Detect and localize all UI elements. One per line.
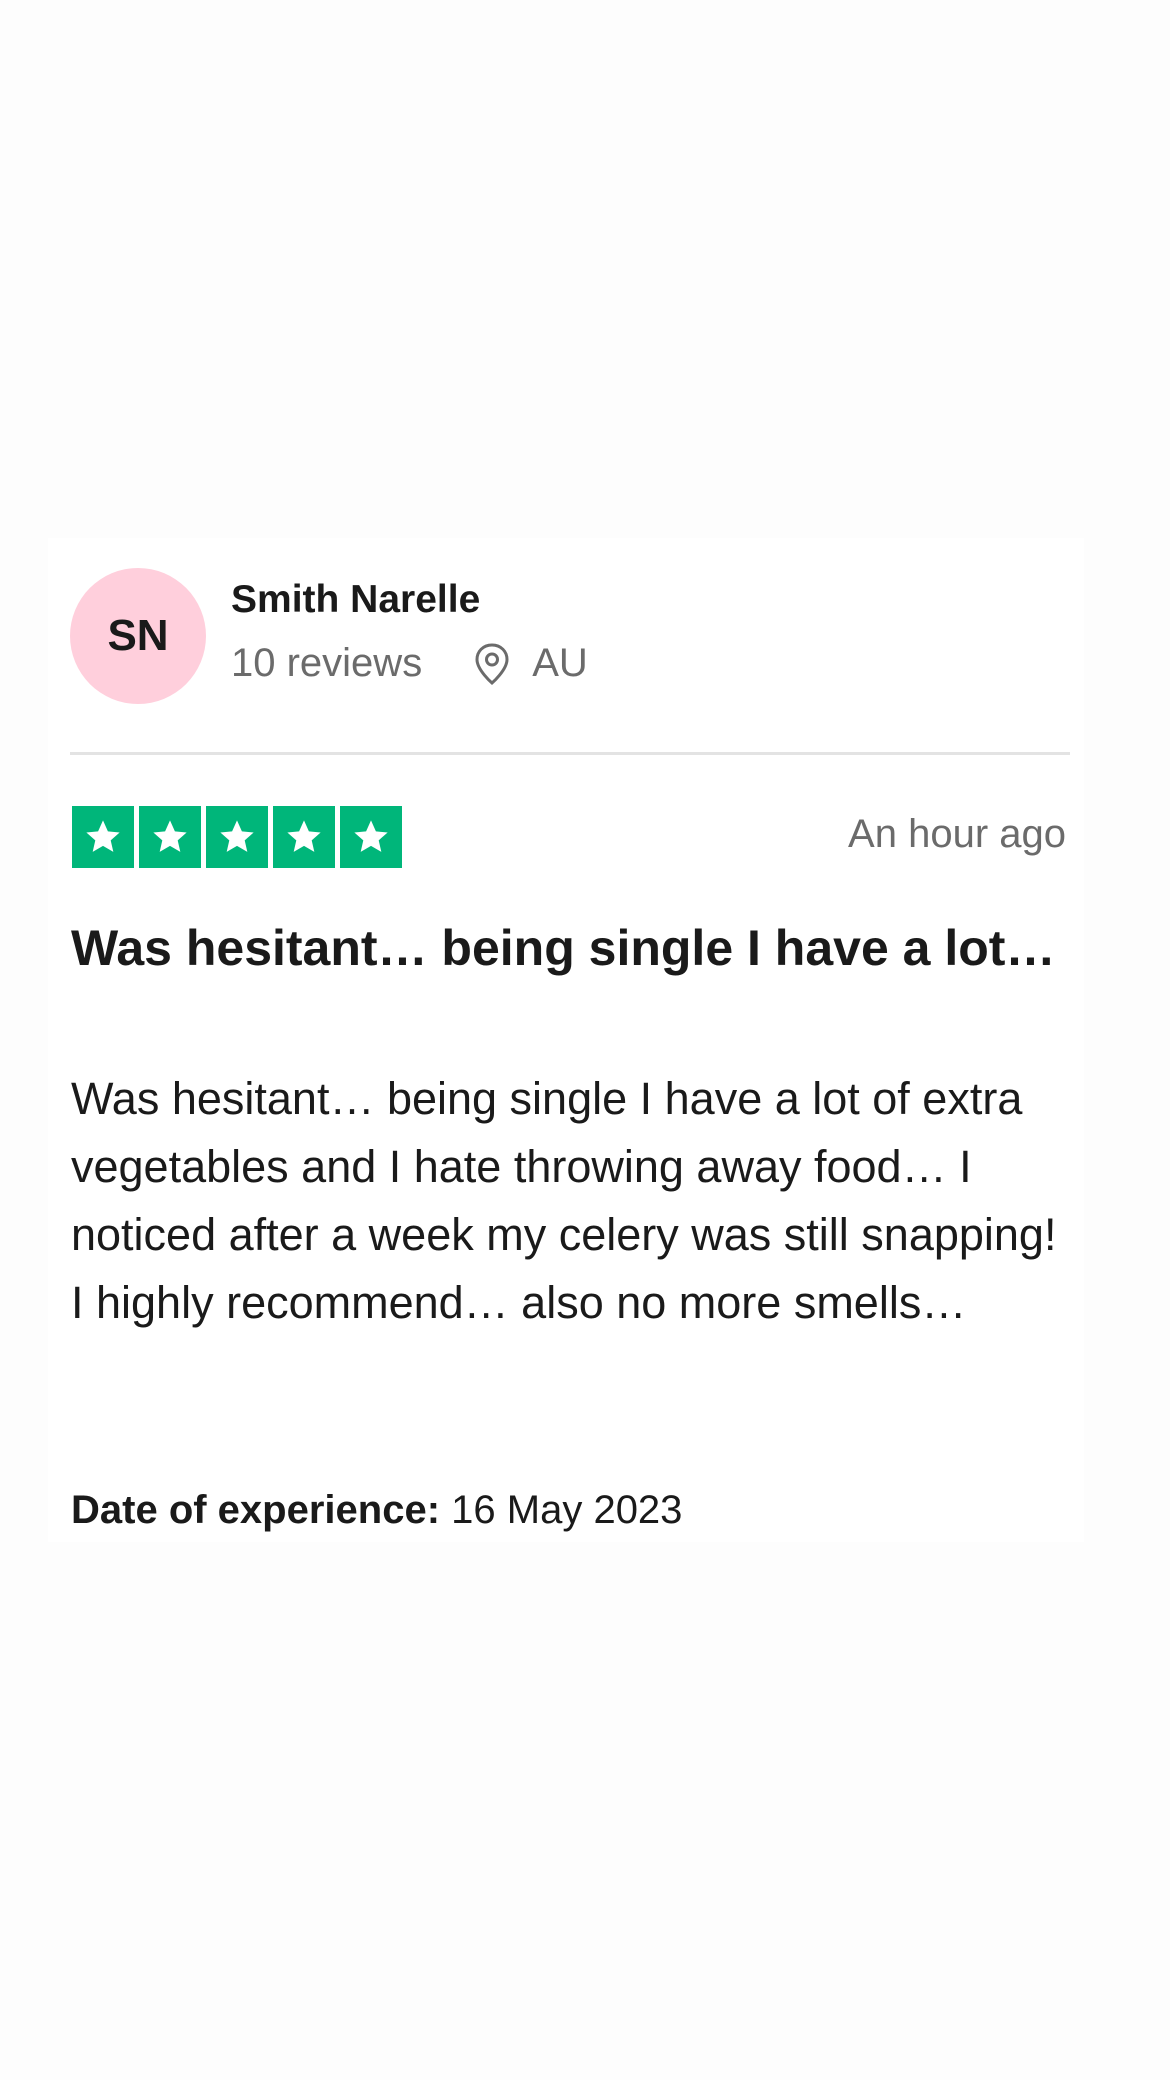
- location-pin-icon: [475, 642, 509, 685]
- review-body: Was hesitant… being single I have a lot …: [71, 1073, 1057, 1328]
- star-rating: [72, 806, 402, 868]
- review-count: 10 reviews: [231, 641, 423, 685]
- reviewer-header: SN Smith Narelle 10 reviews AU: [70, 568, 1070, 708]
- date-label: Date of experience:: [71, 1488, 441, 1532]
- star-icon: [72, 806, 134, 868]
- country-code: AU: [532, 641, 588, 685]
- star-icon: [340, 806, 402, 868]
- star-icon: [139, 806, 201, 868]
- review-title[interactable]: Was hesitant… being single I have a lot…: [71, 916, 1071, 980]
- divider: [70, 752, 1070, 755]
- review-card: SN Smith Narelle 10 reviews AU An hour a…: [48, 538, 1084, 1542]
- date-of-experience: Date of experience: 16 May 2023: [71, 1488, 682, 1533]
- date-value: 16 May 2023: [451, 1488, 683, 1532]
- reviewer-name[interactable]: Smith Narelle: [231, 578, 480, 622]
- review-time: An hour ago: [848, 812, 1066, 856]
- star-icon: [206, 806, 268, 868]
- star-icon: [273, 806, 335, 868]
- reviewer-meta: 10 reviews AU: [231, 641, 588, 686]
- avatar[interactable]: SN: [70, 568, 206, 704]
